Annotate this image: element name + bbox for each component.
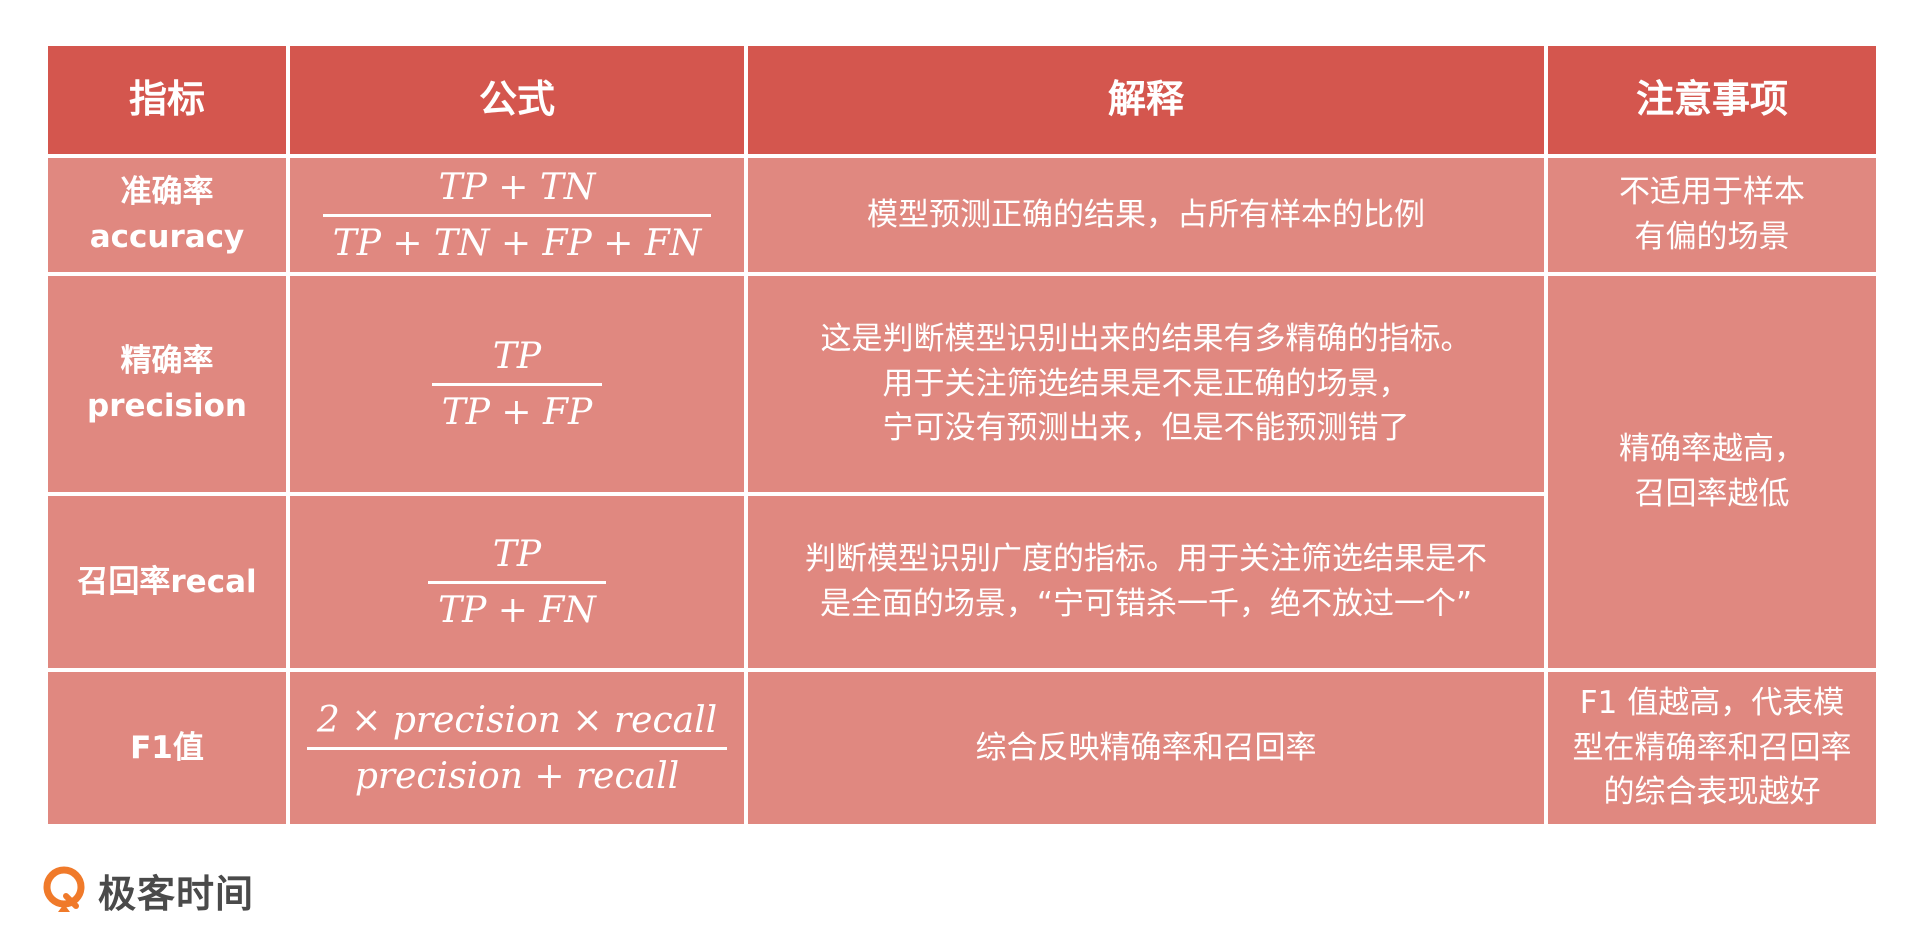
notes-cell-accuracy: 不适用于样本 有偏的场景 <box>1544 154 1880 276</box>
header-formula: 公式 <box>286 42 748 158</box>
table-header-row: 指标 公式 解释 注意事项 <box>44 42 1880 158</box>
explanation-line: 判断模型识别广度的指标。用于关注筛选结果是不 <box>805 541 1487 578</box>
explanation-cell-recall: 判断模型识别广度的指标。用于关注筛选结果是不 是全面的场景，“宁可错杀一千，绝不… <box>744 492 1548 672</box>
formula-numerator: TP <box>492 533 542 575</box>
formula-fraction: TP TP + FP <box>431 330 603 439</box>
explanation-line: 模型预测正确的结果，占所有样本的比例 <box>867 196 1425 233</box>
formula-cell-accuracy: TP + TN TP + TN + FP + FN <box>286 154 748 276</box>
metric-name: F1值 <box>130 729 204 766</box>
notes-line: 型在精确率和召回率 <box>1572 729 1852 766</box>
brand: 极客时间 <box>40 860 254 920</box>
metric-cell-precision: 精确率 precision <box>44 272 290 496</box>
notes-cell-f1: F1 值越高，代表模 型在精确率和召回率 的综合表现越好 <box>1544 668 1880 828</box>
formula-numerator: TP <box>492 335 542 377</box>
notes-cell-precision-recall: 精确率越高， 召回率越低 <box>1544 272 1880 672</box>
formula-denominator: TP + FN <box>438 589 596 631</box>
formula-cell-f1: 2 × precision × recall precision + recal… <box>286 668 748 828</box>
explanation-cell-f1: 综合反映精确率和召回率 <box>744 668 1548 828</box>
brand-name: 极客时间 <box>98 871 255 916</box>
notes-line: 有偏的场景 <box>1634 219 1790 255</box>
table-row-accuracy: 准确率 accuracy TP + TN TP + TN + FP + FN 模… <box>44 154 1880 276</box>
notes-line: 不适用于样本 <box>1619 174 1805 211</box>
notes-line: 精确率越高， <box>1619 431 1805 468</box>
explanation-cell-accuracy: 模型预测正确的结果，占所有样本的比例 <box>744 154 1548 276</box>
header-explanation: 解释 <box>744 42 1548 158</box>
formula-cell-precision: TP TP + FP <box>286 272 748 496</box>
formula-denominator: precision + recall <box>354 755 680 797</box>
metric-name: 精确率 <box>120 343 214 380</box>
notes-line: F1 值越高，代表模 <box>1579 684 1845 721</box>
formula-denominator: TP + FP <box>441 391 593 433</box>
explanation-line: 用于关注筛选结果是不是正确的场景， <box>882 365 1410 402</box>
metric-name: 召回率recal <box>77 563 257 600</box>
table-row-precision: 精确率 precision TP TP + FP 这是判断模型识别出来的结果有多… <box>44 272 1880 672</box>
metric-name-en: precision <box>87 388 247 424</box>
table-row-f1: F1值 2 × precision × recall precision + r… <box>44 668 1880 828</box>
formula-fraction: TP + TN TP + TN + FP + FN <box>322 161 712 270</box>
metric-name-en: accuracy <box>89 219 245 255</box>
formula-numerator: 2 × precision × recall <box>316 699 718 741</box>
header-metric: 指标 <box>44 42 290 158</box>
explanation-cell-precision: 这是判断模型识别出来的结果有多精确的指标。 用于关注筛选结果是不是正确的场景， … <box>744 272 1548 496</box>
explanation-line: 这是判断模型识别出来的结果有多精确的指标。 <box>820 320 1472 357</box>
header-notes: 注意事项 <box>1544 42 1880 158</box>
notes-line: 的综合表现越好 <box>1603 774 1821 811</box>
metrics-table: 指标 公式 解释 注意事项 准确率 accuracy TP + TN TP + … <box>44 42 1880 828</box>
formula-numerator: TP + TN <box>438 166 596 208</box>
metric-cell-recall: 召回率recal <box>44 492 290 672</box>
formula-fraction: TP TP + FN <box>428 528 606 637</box>
notes-line: 召回率越低 <box>1634 476 1790 512</box>
formula-denominator: TP + TN + FP + FN <box>332 222 702 264</box>
explanation-line: 是全面的场景，“宁可错杀一千，绝不放过一个” <box>819 586 1473 622</box>
explanation-line: 综合反映精确率和召回率 <box>975 729 1317 766</box>
formula-cell-recall: TP TP + FN <box>286 492 748 672</box>
metric-cell-f1: F1值 <box>44 668 290 828</box>
metric-name: 准确率 <box>120 174 214 211</box>
explanation-line: 宁可没有预测出来，但是不能预测错了 <box>882 410 1410 447</box>
geektime-logo-icon <box>43 866 85 912</box>
metric-cell-accuracy: 准确率 accuracy <box>44 154 290 276</box>
formula-fraction: 2 × precision × recall precision + recal… <box>306 694 728 803</box>
